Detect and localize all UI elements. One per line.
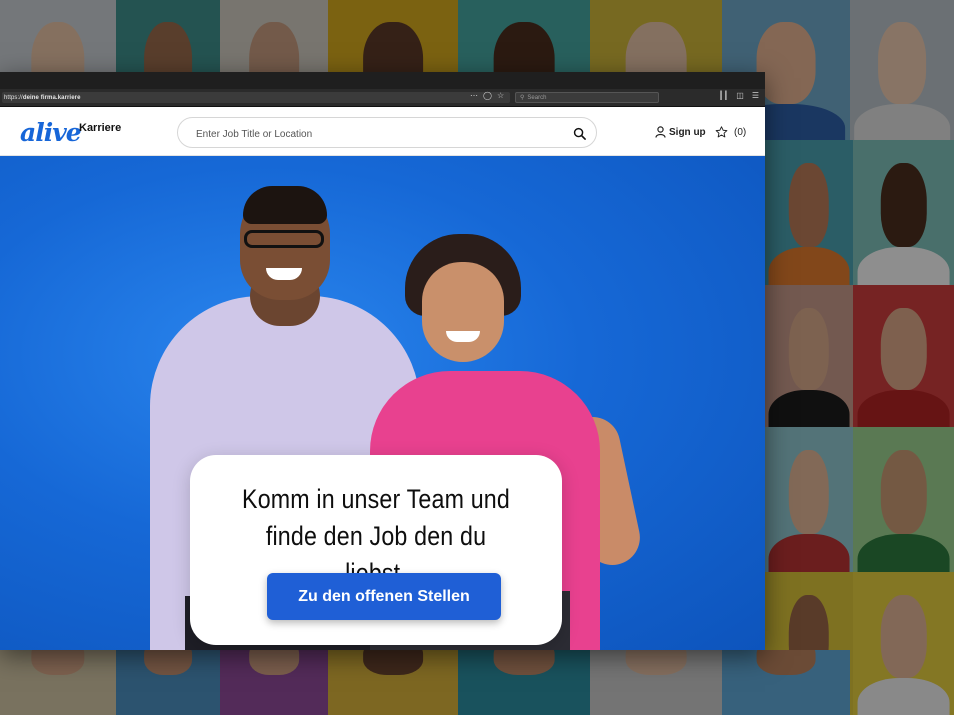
- user-icon: [655, 126, 666, 138]
- open-positions-button[interactable]: Zu den offenen Stellen: [267, 573, 501, 620]
- browser-toolbar: https://deine firma.karriere ⋯ ◯ ☆ ⚲ Sea…: [0, 89, 765, 107]
- menu-icon[interactable]: ☰: [752, 91, 759, 100]
- browser-search-placeholder: Search: [527, 94, 547, 101]
- site-header: alive Karriere Sign up (0): [0, 107, 765, 156]
- address-url[interactable]: https://deine firma.karriere: [4, 95, 81, 101]
- more-icon[interactable]: ⋯: [470, 91, 478, 100]
- browser-titlebar: [0, 72, 765, 89]
- favorites-link[interactable]: (0): [715, 126, 746, 138]
- address-bar-actions: ⋯ ◯ ☆: [470, 91, 504, 100]
- signup-link[interactable]: Sign up: [655, 126, 706, 138]
- favorites-count: (0): [734, 126, 747, 138]
- hero-card: Komm in unser Team und finde den Job den…: [190, 455, 562, 645]
- pocket-icon[interactable]: ◯: [483, 91, 492, 100]
- hero-section: Komm in unser Team und finde den Job den…: [0, 156, 765, 650]
- search-icon: ⚲: [520, 95, 525, 101]
- search-icon[interactable]: [573, 127, 586, 140]
- brand-logo-subtitle: Karriere: [79, 122, 122, 134]
- job-search-input[interactable]: [194, 124, 558, 144]
- brand-logo[interactable]: alive: [20, 120, 82, 145]
- browser-search-field[interactable]: ⚲ Search: [515, 92, 659, 103]
- browser-tools: ┃┃ ◫ ☰: [719, 91, 759, 100]
- sidebar-icon[interactable]: ◫: [736, 91, 744, 100]
- star-icon: [715, 126, 728, 138]
- browser-window: https://deine firma.karriere ⋯ ◯ ☆ ⚲ Sea…: [0, 72, 765, 650]
- job-search-bar: [177, 117, 597, 148]
- signup-label: Sign up: [669, 126, 706, 138]
- hero-title-line: Komm in unser Team und: [242, 484, 510, 514]
- library-icon[interactable]: ┃┃: [719, 91, 729, 100]
- bookmark-star-icon[interactable]: ☆: [497, 91, 504, 100]
